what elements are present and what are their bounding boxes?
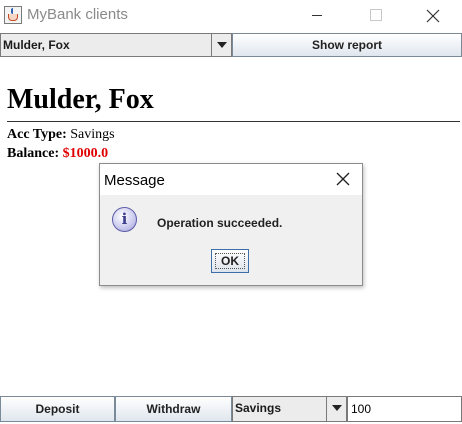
bottom-toolbar: Deposit Withdraw Savings <box>0 396 462 422</box>
chevron-down-icon[interactable] <box>326 397 346 421</box>
client-select[interactable]: Mulder, Fox <box>0 33 232 57</box>
dialog-message: Operation succeeded. <box>157 216 283 230</box>
chevron-down-icon[interactable] <box>211 34 231 56</box>
top-toolbar: Mulder, Fox Show report <box>0 33 462 57</box>
amount-input[interactable] <box>347 396 462 422</box>
dialog-title: Message <box>104 172 165 189</box>
message-dialog: Message i Operation succeeded. OK <box>99 163 363 286</box>
account-type-value: Savings <box>70 127 115 142</box>
balance-value: $1000.0 <box>62 146 109 161</box>
client-select-value: Mulder, Fox <box>3 38 70 52</box>
deposit-button[interactable]: Deposit <box>0 396 115 422</box>
info-icon: i <box>112 207 137 232</box>
maximize-icon[interactable] <box>352 0 398 31</box>
dialog-title-bar: Message <box>100 164 362 195</box>
account-type-select-value: Savings <box>235 401 282 415</box>
dialog-close-icon[interactable] <box>324 164 362 195</box>
balance-label: Balance: <box>7 146 60 161</box>
balance-line: Balance: $1000.0 <box>7 146 108 162</box>
account-type-line: Acc Type: Savings <box>7 127 115 143</box>
account-type-label: Acc Type: <box>7 127 67 142</box>
minimize-icon[interactable] <box>294 0 340 31</box>
account-type-select[interactable]: Savings <box>232 396 347 422</box>
heading-divider <box>7 121 460 122</box>
close-icon[interactable] <box>410 0 456 31</box>
window-title-bar: MyBank clients <box>0 0 462 31</box>
ok-button[interactable]: OK <box>211 249 249 273</box>
client-name-heading: Mulder, Fox <box>7 84 154 115</box>
window-title: MyBank clients <box>27 6 128 23</box>
focus-ring <box>215 253 245 269</box>
show-report-button[interactable]: Show report <box>232 33 462 57</box>
java-cup-icon <box>4 6 22 24</box>
withdraw-button[interactable]: Withdraw <box>115 396 232 422</box>
